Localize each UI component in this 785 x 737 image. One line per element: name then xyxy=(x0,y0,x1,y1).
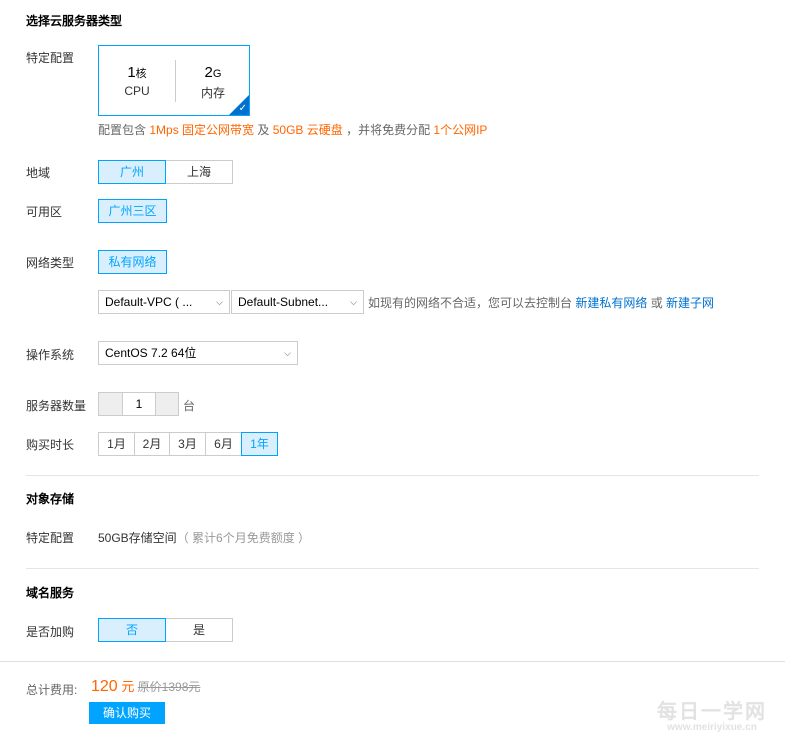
note-and: 及 xyxy=(254,123,273,137)
object-storage-spec-label: 特定配置 xyxy=(26,531,75,545)
object-storage-spec: 50GB存储空间（ 累计6个月免费额度 ） xyxy=(98,529,310,546)
total-currency: 元 xyxy=(117,679,135,694)
region-option-guangzhou[interactable]: 广州 xyxy=(98,160,166,184)
domain-title: 域名服务 xyxy=(26,586,75,600)
zone-option-guangzhou-3[interactable]: 广州三区 xyxy=(98,199,167,223)
memory-unit: G xyxy=(212,68,222,80)
object-storage-note: （ 累计6个月免费额度 ） xyxy=(176,531,311,545)
chevron-down-icon: ⌵ xyxy=(284,348,291,358)
spec-card[interactable]: 1核 CPU 2G 内存 ✓ xyxy=(98,45,250,116)
cpu-label: CPU xyxy=(124,84,150,98)
domain-option-yes[interactable]: 是 xyxy=(165,618,233,642)
duration-label: 购买时长 xyxy=(26,438,75,452)
chevron-down-icon: ⌵ xyxy=(350,297,357,307)
quantity-unit: 台 xyxy=(183,399,196,413)
vpc-select-value: Default-VPC ( ... xyxy=(105,295,193,309)
spec-label: 特定配置 xyxy=(26,51,75,65)
subnet-select[interactable]: Default-Subnet... ⌵ xyxy=(231,290,364,314)
cpu-spec: 1核 CPU xyxy=(99,46,175,98)
os-select[interactable]: CentOS 7.2 64位 ⌵ xyxy=(98,341,298,365)
os-label: 操作系统 xyxy=(26,348,75,362)
watermark-sub: www.meiriyixue.cn xyxy=(667,722,757,733)
server-type-title: 选择云服务器类型 xyxy=(26,14,123,28)
footer-divider xyxy=(0,661,785,662)
check-icon: ✓ xyxy=(238,103,247,114)
network-hint: 如现有的网络不合适，您可以去控制台 新建私有网络 或 新建子网 xyxy=(368,294,714,311)
subnet-select-value: Default-Subnet... xyxy=(238,295,329,309)
spec-note: 配置包含 1Mps 固定公网带宽 及 50GB 云硬盘 ，并将免费分配 1个公网… xyxy=(98,121,487,138)
memory-spec: 2G 内存 xyxy=(175,46,251,101)
quantity-increment-button[interactable] xyxy=(155,392,179,416)
domain-option-no[interactable]: 否 xyxy=(98,618,166,642)
note-mid: ，并将免费分配 xyxy=(342,123,434,137)
object-storage-value: 50GB存储空间 xyxy=(98,531,177,545)
os-select-value: CentOS 7.2 64位 xyxy=(105,346,197,360)
watermark-main: 每日一学网 xyxy=(657,701,767,723)
confirm-purchase-button[interactable]: 确认购买 xyxy=(89,702,165,724)
quantity-decrement-button[interactable] xyxy=(98,392,123,416)
note-disk: 50GB 云硬盘 xyxy=(272,123,343,137)
network-hint-text: 如现有的网络不合适，您可以去控制台 xyxy=(368,296,576,310)
chevron-down-icon: ⌵ xyxy=(216,297,223,307)
total-price-block: 120 元 原价1398元 xyxy=(91,676,200,696)
domain-label: 是否加购 xyxy=(26,625,75,639)
network-option-private[interactable]: 私有网络 xyxy=(98,250,167,274)
duration-option-1y[interactable]: 1年 xyxy=(241,432,278,456)
total-price: 120 xyxy=(91,678,118,695)
duration-option-6m[interactable]: 6月 xyxy=(205,432,242,456)
region-label: 地域 xyxy=(26,166,51,180)
watermark-logo: 每日一学网 www.meiriyixue.cn xyxy=(657,695,767,733)
note-ip: 1个公网IP xyxy=(433,123,488,137)
create-vpc-link[interactable]: 新建私有网络 xyxy=(575,296,647,310)
cpu-unit: 核 xyxy=(135,68,147,80)
object-storage-title: 对象存储 xyxy=(26,492,75,506)
zone-label: 可用区 xyxy=(26,205,63,219)
quantity-input[interactable]: 1 xyxy=(122,392,156,416)
quantity-label: 服务器数量 xyxy=(26,399,87,413)
region-option-shanghai[interactable]: 上海 xyxy=(165,160,233,184)
memory-value: 2 xyxy=(204,64,213,81)
network-label: 网络类型 xyxy=(26,256,75,270)
divider xyxy=(26,475,759,476)
duration-option-3m[interactable]: 3月 xyxy=(169,432,206,456)
network-hint-or: 或 xyxy=(647,296,667,310)
cpu-value: 1 xyxy=(127,64,136,81)
duration-option-1m[interactable]: 1月 xyxy=(98,432,135,456)
create-subnet-link[interactable]: 新建子网 xyxy=(666,296,714,310)
vpc-select[interactable]: Default-VPC ( ... ⌵ xyxy=(98,290,230,314)
original-price: 原价1398元 xyxy=(137,680,201,694)
total-label: 总计费用: xyxy=(26,683,78,697)
duration-option-2m[interactable]: 2月 xyxy=(134,432,170,456)
divider xyxy=(26,568,759,569)
note-bandwidth-type: 固定公网带宽 xyxy=(182,123,255,137)
note-prefix: 配置包含 xyxy=(98,123,150,137)
note-bandwidth: 1Mps xyxy=(149,123,179,137)
